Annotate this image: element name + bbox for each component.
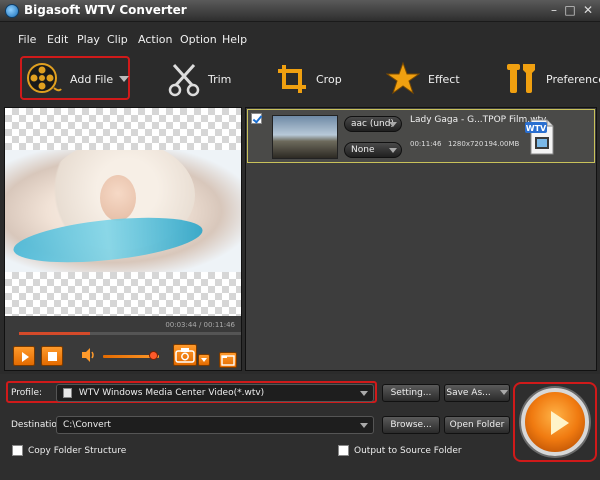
setting-button[interactable]: Setting... [382,384,440,402]
volume-knob[interactable] [149,351,159,360]
output-source-checkbox[interactable] [338,445,349,456]
chevron-down-icon[interactable] [119,76,130,82]
file-row[interactable]: aac (und) None Lady Gaga - G...TPOP Film… [247,109,595,163]
menu-bar: File Edit Play Clip Action Option Help [0,28,600,50]
folder-button[interactable] [219,352,237,368]
save-as-button[interactable]: Save As... [444,384,510,402]
wtv-badge: WTV [526,124,547,133]
chevron-down-icon [389,148,397,153]
chevron-down-icon [201,358,207,362]
scissors-icon [168,63,200,97]
progress-slider[interactable] [19,332,241,335]
maximize-button[interactable]: □ [562,2,578,18]
progress-fill [19,332,91,335]
stop-button[interactable] [41,346,63,366]
file-list-panel: aac (und) None Lady Gaga - G...TPOP Film… [245,107,597,371]
checker-bottom [5,272,241,316]
preview-panel: 00:03:44 / 00:11:46 [4,107,242,371]
file-duration: 00:11:46 [410,140,442,148]
window-title: Bigasoft WTV Converter [24,3,187,17]
save-as-label: Save As... [446,388,491,398]
checker-top [5,108,241,150]
crop-label: Crop [316,72,342,86]
play-icon [551,411,569,435]
file-resolution: 1280x720 [448,140,484,148]
chevron-down-icon [360,423,368,428]
copy-folder-label: Copy Folder Structure [28,446,127,456]
trim-button[interactable]: Trim [168,58,231,100]
wtv-file-icon: WTV [525,119,554,155]
destination-input[interactable]: C:\Convert [56,416,374,434]
profile-label: Profile: [11,388,43,398]
camera-icon [175,348,195,363]
tools-icon [507,64,535,93]
menu-help[interactable]: Help [222,33,247,46]
effect-button[interactable]: Effect [386,58,460,100]
play-icon [22,352,29,362]
output-source-label: Output to Source Folder [354,446,462,456]
menu-action[interactable]: Action [138,33,172,46]
video-preview[interactable] [5,150,241,272]
crop-button[interactable]: Crop [276,58,342,100]
preference-button[interactable]: Preference [506,58,600,100]
menu-file[interactable]: File [18,33,36,46]
destination-value: C:\Convert [63,420,111,430]
file-thumbnail [272,115,338,159]
browse-button[interactable]: Browse... [382,416,440,434]
file-checkbox[interactable] [251,113,262,124]
folder-icon [221,355,235,366]
bottom-panel: Profile: WTV Windows Media Center Video(… [0,374,600,480]
effect-label: Effect [428,72,460,86]
subtitle-select[interactable]: None [344,142,402,158]
menu-option[interactable]: Option [180,33,217,46]
copy-folder-checkbox[interactable] [12,445,23,456]
profile-select[interactable]: WTV Windows Media Center Video(*.wtv) [56,384,374,402]
chevron-down-icon [499,390,508,395]
audio-track-select[interactable]: aac (und) [344,116,402,132]
add-file-button[interactable]: Add File [26,58,130,100]
title-bar: Bigasoft WTV Converter – □ ✕ [0,0,600,22]
chevron-down-icon [389,122,397,127]
app-icon [5,4,19,18]
toolbar: Add File Trim Crop Effect Preference [0,54,600,104]
preference-label: Preference [546,72,600,86]
stop-icon [48,352,57,361]
play-button[interactable] [13,346,35,366]
snapshot-button[interactable] [173,344,197,366]
convert-button[interactable] [521,388,589,456]
chevron-down-icon [360,391,368,396]
star-icon [386,61,420,95]
profile-value: WTV Windows Media Center Video(*.wtv) [78,388,265,398]
menu-play[interactable]: Play [77,33,100,46]
close-button[interactable]: ✕ [580,2,596,18]
menu-edit[interactable]: Edit [47,33,68,46]
speaker-icon[interactable] [81,348,97,362]
film-reel-icon [27,63,62,93]
crop-icon [278,65,306,93]
menu-clip[interactable]: Clip [107,33,128,46]
snapshot-menu-button[interactable] [198,354,210,366]
subtitle-value: None [351,145,375,155]
minimize-button[interactable]: – [546,2,562,18]
add-file-label: Add File [70,72,114,86]
file-icon [63,387,72,398]
trim-label: Trim [208,72,232,86]
open-folder-button[interactable]: Open Folder [444,416,510,434]
file-size: 194.00MB [484,140,520,148]
audio-track-value: aac (und) [351,119,394,129]
time-readout: 00:03:44 / 00:11:46 [165,321,235,329]
